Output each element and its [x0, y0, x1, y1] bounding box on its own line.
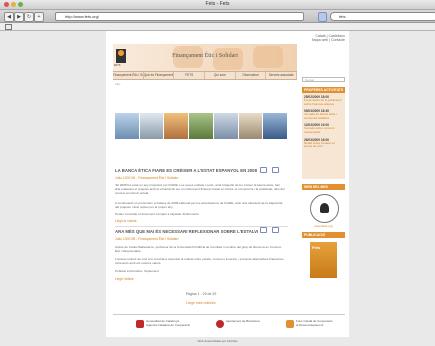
- hero-photo-strip: [115, 113, 289, 139]
- forward-arrow-icon: ▶: [17, 14, 21, 20]
- event-link[interactable]: Xerrada sobre consum responsable: [304, 127, 343, 134]
- window-titlebar: Fets - Fets: [0, 0, 435, 10]
- language-links: Català | Castellano Mapa web | Contacte: [312, 34, 345, 42]
- article-paragraph: Podeu consultar el document complet a l'…: [115, 212, 200, 216]
- puzzle-piece-decoration: [213, 48, 243, 70]
- banner-title: Finançament Ètic i Solidari: [172, 53, 238, 59]
- hero-photo: [238, 113, 264, 139]
- rss-button[interactable]: [318, 12, 327, 22]
- nav-item-services[interactable]: Serveis associats: [266, 72, 298, 79]
- reload-icon: ↻: [26, 14, 32, 20]
- article-paragraph: Article de Carlos Ballesteros, professor…: [115, 245, 282, 253]
- article-meta: Julio 1000 08 - Finançament Ètic i Solid…: [115, 237, 179, 241]
- events-box: 25/02/2009 18:00 Presentació de la publi…: [302, 93, 345, 179]
- article-title[interactable]: ARA MÉS QUE MAI ÉS NECESSARI REFLEXIONAR…: [115, 229, 258, 234]
- sitemap-contact-link[interactable]: Mapa web | Contacte: [312, 38, 345, 42]
- sponsor-name: Generalitat de Catalunya Agència Catalana…: [146, 319, 191, 327]
- article-paragraph: L'actual context de crisi ens convida a …: [115, 257, 284, 265]
- publication-title: Fets: [312, 245, 321, 250]
- event-link[interactable]: Jornada de banca ètica i economia solidà…: [304, 112, 343, 120]
- bookmarks-bar: [0, 23, 435, 31]
- nav-item-about[interactable]: Qui som: [205, 72, 236, 79]
- email-icon[interactable]: [272, 167, 279, 173]
- hero-photo: [115, 113, 140, 139]
- generalitat-logo-icon: [136, 320, 144, 328]
- forward-button[interactable]: ▶: [14, 12, 24, 22]
- web-of-month-heading: WEB DEL MES: [302, 184, 345, 190]
- bookmarks-icon[interactable]: [5, 24, 12, 30]
- browser-search-input[interactable]: fets: [330, 12, 435, 21]
- hero-photo: [213, 113, 239, 139]
- nav-item-home[interactable]: Finançament Ètic i Solidari: [113, 72, 144, 79]
- article-title[interactable]: LA BANCA ÈTICA FIARE ES CRÉIXER A L'ESTA…: [115, 168, 257, 173]
- tree-icon: [320, 203, 329, 213]
- fiare-seal[interactable]: [310, 194, 339, 223]
- back-arrow-icon: ◀: [7, 14, 11, 20]
- article-paragraph: "El 2008 ha estat un any important per F…: [115, 183, 285, 195]
- pagination: Pàgina 1 - 29 de 29: [185, 292, 217, 296]
- address-bar[interactable]: http://www.fets.org/: [55, 12, 304, 21]
- print-icon[interactable]: [260, 167, 267, 173]
- browser-status-bar: Web desarrollada por FetsNet: [197, 339, 238, 343]
- hero-photo: [164, 113, 190, 139]
- hero-photo: [263, 113, 289, 139]
- web-page: Català | Castellano Mapa web | Contacte …: [106, 31, 349, 337]
- site-banner: FETS Finançament Ètic i Solidari: [113, 44, 297, 71]
- nav-item-what[interactable]: Què és Finançament: [144, 72, 175, 79]
- add-bookmark-button[interactable]: +: [34, 12, 44, 22]
- footer-divider: [113, 314, 345, 315]
- breadcrumb: Inici: [115, 82, 121, 86]
- event-link[interactable]: Presentació de la publicació sobre finan…: [304, 98, 343, 106]
- article-paragraph: Publicat a Periodico, Suplement: [115, 269, 159, 273]
- plus-icon: +: [37, 14, 41, 20]
- browser-toolbar: ◀ ▶ ↻ + http://www.fets.org/ fets: [0, 10, 435, 23]
- event-link[interactable]: Debat sobre l'estalvi en temps de crisi: [304, 141, 343, 149]
- hero-photo: [139, 113, 165, 139]
- site-search-input[interactable]: Cercar: [302, 77, 345, 82]
- more-news-link[interactable]: Llegir més notícies: [106, 301, 296, 305]
- nav-item-fets[interactable]: FETS: [174, 72, 206, 79]
- nav-item-observatory[interactable]: Observatori: [236, 72, 267, 79]
- sponsor-name: Ajuntament de Barcelona: [226, 319, 260, 323]
- reload-button[interactable]: ↻: [24, 12, 34, 22]
- publication-heading: PUBLICACIÓ: [302, 232, 345, 238]
- ajuntament-logo-icon: [216, 320, 224, 328]
- hero-photo: [189, 113, 214, 139]
- main-nav: Finançament Ètic i Solidari Què és Finan…: [113, 71, 298, 80]
- publication-cover[interactable]: Fets: [310, 242, 337, 278]
- sponsor-name: Fons Català de Cooperació al Desenvolupam…: [296, 319, 333, 327]
- fons-catala-logo-icon: [286, 320, 294, 328]
- logo-text: FETS: [114, 64, 121, 67]
- read-more-link[interactable]: Llegir la notícia: [115, 219, 136, 223]
- email-icon[interactable]: [272, 227, 279, 233]
- article-paragraph: A continuació us presentem el balanç de …: [115, 201, 283, 209]
- back-button[interactable]: ◀: [4, 12, 14, 22]
- window-title: Fets - Fets: [205, 1, 230, 7]
- print-icon[interactable]: [260, 227, 267, 233]
- read-more-link[interactable]: Llegir l'article: [115, 277, 134, 281]
- browser-content: Català | Castellano Mapa web | Contacte …: [0, 31, 435, 346]
- web-of-month-link[interactable]: www.fiare.org: [302, 224, 345, 228]
- article-meta: Julio 1000 08 - Finançament Ètic i Solid…: [115, 176, 179, 180]
